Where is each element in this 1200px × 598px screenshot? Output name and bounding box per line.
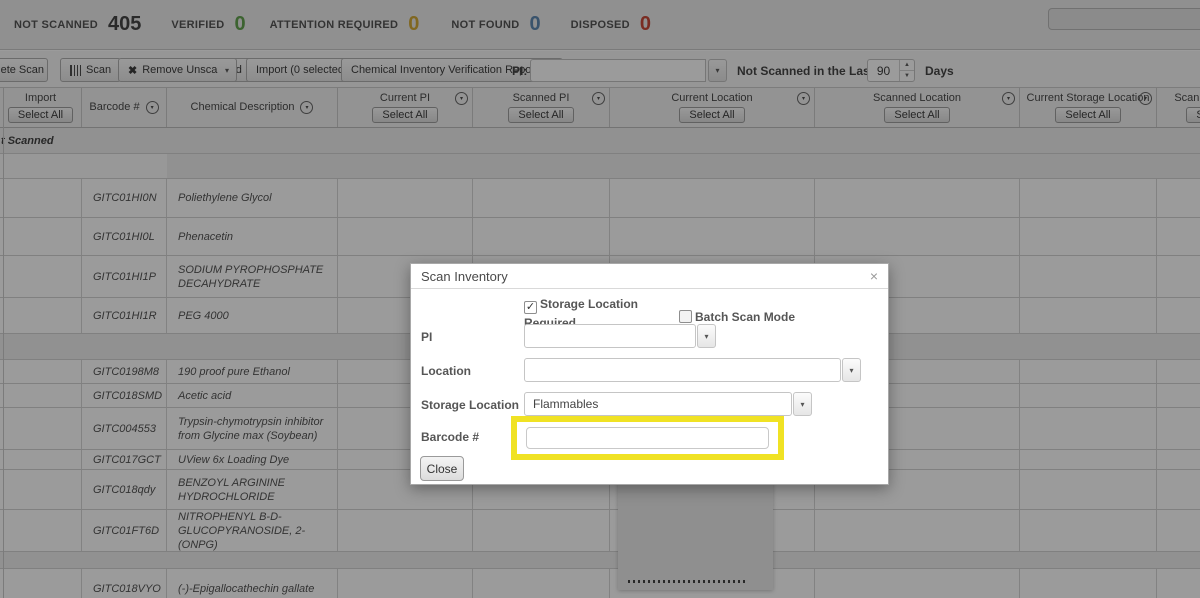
- location-field-input[interactable]: [524, 358, 841, 382]
- location-field-dropdown-button[interactable]: ▾: [842, 358, 861, 382]
- storage-location-field-label: Storage Location: [421, 398, 519, 412]
- chevron-down-icon: ▾: [849, 366, 853, 375]
- pi-field-input[interactable]: [524, 324, 696, 348]
- modal-title: Scan Inventory: [421, 269, 870, 284]
- location-field-label: Location: [421, 364, 471, 378]
- close-icon[interactable]: ×: [870, 269, 878, 283]
- pi-field-label: PI: [421, 330, 432, 344]
- storage-location-field-input[interactable]: Flammables: [524, 392, 792, 416]
- barcode-field-input[interactable]: [526, 427, 769, 449]
- chevron-down-icon: ▾: [704, 332, 708, 341]
- barcode-highlight-annotation: [511, 416, 784, 460]
- scan-inventory-modal: Scan Inventory × ✓Storage Location Requi…: [410, 263, 889, 485]
- chevron-down-icon: ▾: [800, 400, 804, 409]
- storage-required-checkbox[interactable]: ✓: [524, 301, 537, 314]
- batch-scan-checkbox[interactable]: [679, 310, 692, 323]
- location-field-combobox[interactable]: ▾: [524, 358, 861, 382]
- storage-location-dropdown-button[interactable]: ▾: [793, 392, 812, 416]
- pi-field-combobox[interactable]: ▾: [524, 324, 716, 348]
- batch-scan-label: Batch Scan Mode: [695, 310, 795, 324]
- modal-titlebar: Scan Inventory ×: [411, 264, 888, 289]
- close-button[interactable]: Close: [420, 456, 464, 481]
- pi-field-dropdown-button[interactable]: ▾: [697, 324, 716, 348]
- barcode-field-label: Barcode #: [421, 430, 479, 444]
- storage-location-field-combobox[interactable]: Flammables ▾: [524, 392, 812, 416]
- chemical-inventory-app: NOT SCANNED 405 VERIFIED 0 ATTENTION REQ…: [0, 0, 1200, 598]
